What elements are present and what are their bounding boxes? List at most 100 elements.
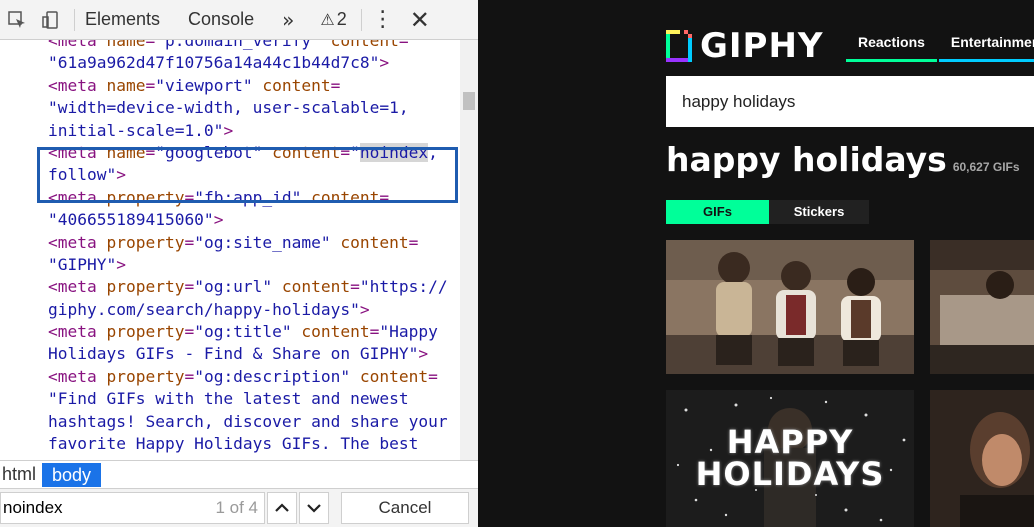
search-input[interactable]: happy holidays bbox=[666, 76, 1034, 127]
giphy-nav: Reactions Entertainment bbox=[846, 34, 1034, 62]
more-options-icon[interactable]: ⋮ bbox=[372, 7, 394, 32]
code-token: "406655189415060" bbox=[48, 210, 214, 230]
code-line[interactable]: "61a9a962d47f10756a14a44c1b44d7c8"> bbox=[48, 52, 460, 74]
find-next-button[interactable] bbox=[299, 492, 329, 524]
nav-entertainment-label: Entertainment bbox=[950, 34, 1034, 50]
code-token: "og:description" bbox=[194, 366, 351, 386]
tab-gifs[interactable]: GIFs bbox=[666, 200, 769, 224]
code-token: <meta bbox=[48, 40, 107, 50]
code-token: property bbox=[106, 232, 185, 252]
code-token: = bbox=[184, 232, 195, 252]
inspect-element-icon[interactable] bbox=[0, 0, 34, 40]
code-line[interactable]: <meta property="og:url" content="https:/… bbox=[48, 276, 460, 298]
code-token: content bbox=[330, 232, 409, 252]
code-token: = bbox=[330, 75, 341, 95]
code-token: favorite Happy Holidays GIFs. The best bbox=[48, 434, 419, 454]
code-token: content bbox=[252, 75, 331, 95]
nav-underline bbox=[846, 59, 937, 62]
tab-stickers[interactable]: Stickers bbox=[769, 200, 869, 224]
code-token: hashtags! Search, discover and share you… bbox=[48, 411, 448, 431]
code-token: = bbox=[184, 322, 195, 342]
find-input[interactable]: noindex 1 of 4 bbox=[0, 492, 265, 524]
code-token: content bbox=[291, 322, 370, 342]
code-line[interactable]: <meta property="og:title" content="Happy bbox=[48, 321, 460, 343]
gif-text-line: HOLIDAYS bbox=[695, 455, 885, 493]
gif-overlay-text: HAPPY HOLIDAYS bbox=[666, 426, 914, 490]
annotation-highlight-box bbox=[37, 147, 458, 203]
code-line[interactable]: "width=device-width, user-scalable=1, bbox=[48, 97, 460, 119]
code-token: "Find GIFs with the latest and newest bbox=[48, 389, 409, 409]
code-token: <meta bbox=[48, 366, 107, 386]
nav-reactions-label: Reactions bbox=[858, 34, 925, 50]
breadcrumb-html[interactable]: html bbox=[0, 464, 42, 485]
code-line[interactable]: <meta property="og:description" content= bbox=[48, 366, 460, 388]
code-token: "p:domain_verify" bbox=[155, 40, 321, 50]
code-token: = bbox=[184, 277, 195, 297]
code-token: = bbox=[369, 322, 380, 342]
code-token: "og:url" bbox=[194, 277, 273, 297]
code-line[interactable]: <meta property="og:site_name" content= bbox=[48, 232, 460, 254]
code-line[interactable]: giphy.com/search/happy-holidays"> bbox=[48, 299, 460, 321]
nav-reactions[interactable]: Reactions bbox=[846, 34, 937, 62]
code-line[interactable]: <meta name="viewport" content= bbox=[48, 75, 460, 97]
toolbar-divider bbox=[360, 8, 362, 31]
warning-count: 2 bbox=[336, 9, 347, 29]
code-token: = bbox=[428, 366, 438, 386]
find-match-count: 1 of 4 bbox=[215, 498, 258, 517]
device-toolbar-icon[interactable] bbox=[34, 0, 68, 40]
devtools-panel: Elements Console » ⚠ 2 ⋮ ✕ <meta name="p… bbox=[0, 0, 478, 527]
cancel-button[interactable]: Cancel bbox=[341, 492, 469, 524]
elements-scrollbar[interactable] bbox=[460, 40, 478, 460]
code-token: > bbox=[116, 254, 126, 274]
breadcrumb-body[interactable]: body bbox=[42, 462, 102, 487]
elements-tree[interactable]: <meta name="p:domain_verify" content= "61… bbox=[0, 40, 460, 460]
gif-thumbnail[interactable] bbox=[666, 240, 914, 374]
warnings-counter[interactable]: ⚠ 2 bbox=[320, 9, 346, 30]
gif-image bbox=[930, 390, 1034, 527]
code-line[interactable]: Holidays GIFs - Find & Share on GIPHY"> bbox=[48, 343, 460, 365]
gif-thumbnail[interactable] bbox=[930, 240, 1034, 374]
code-line[interactable]: initial-scale=1.0"> bbox=[48, 120, 460, 142]
code-line[interactable]: favorite Happy Holidays GIFs. The best bbox=[48, 433, 460, 455]
code-token: > bbox=[359, 299, 370, 319]
close-icon[interactable]: ✕ bbox=[410, 6, 430, 34]
gif-thumbnail[interactable] bbox=[930, 390, 1034, 527]
code-token: "GIPHY" bbox=[48, 254, 117, 274]
code-line[interactable]: hashtags! Search, discover and share you… bbox=[48, 411, 460, 433]
devtools-toolbar: Elements Console » ⚠ 2 ⋮ ✕ bbox=[0, 0, 478, 40]
gif-thumbnail[interactable]: HAPPY HOLIDAYS bbox=[666, 390, 914, 527]
code-token: "61a9a962d47f10756a14a44c1b44d7c8" bbox=[48, 53, 380, 73]
code-token: <meta bbox=[48, 232, 107, 252]
code-token: content bbox=[320, 40, 399, 50]
more-tabs-button[interactable]: » bbox=[282, 8, 294, 32]
code-line[interactable]: "406655189415060"> bbox=[48, 209, 460, 231]
nav-entertainment[interactable]: Entertainment bbox=[938, 34, 1034, 62]
tab-console[interactable]: Console bbox=[188, 9, 254, 30]
code-line[interactable]: "Find GIFs with the latest and newest bbox=[48, 388, 460, 410]
code-token: initial-scale=1.0" bbox=[48, 120, 224, 140]
tab-elements[interactable]: Elements bbox=[85, 9, 160, 30]
results-count: 60,627 GIFs bbox=[952, 160, 1020, 174]
gif-image bbox=[930, 240, 1034, 374]
code-token: "width=device-width, user-scalable=1, bbox=[48, 98, 409, 118]
nav-underline bbox=[938, 59, 1034, 62]
code-token: <meta bbox=[48, 75, 107, 95]
code-token: giphy.com/search/happy-holidays" bbox=[48, 299, 360, 319]
scrollbar-thumb[interactable] bbox=[463, 92, 475, 110]
code-token: property bbox=[106, 322, 185, 342]
chevron-down-icon bbox=[307, 504, 321, 513]
code-line[interactable]: "GIPHY"> bbox=[48, 254, 460, 276]
code-line[interactable]: <meta name="p:domain_verify" content= bbox=[48, 40, 460, 52]
warning-icon: ⚠ bbox=[320, 10, 335, 29]
find-previous-button[interactable] bbox=[267, 492, 297, 524]
gif-image bbox=[666, 240, 914, 374]
code-token: <meta bbox=[48, 322, 107, 342]
breadcrumb: html body bbox=[0, 460, 478, 488]
code-token: > bbox=[418, 344, 429, 364]
code-token: = bbox=[408, 232, 419, 252]
result-type-tabs: GIFs Stickers bbox=[666, 200, 869, 224]
giphy-logo[interactable]: GIPHY bbox=[666, 26, 824, 66]
code-token: <meta bbox=[48, 277, 107, 297]
code-token: "og:title" bbox=[194, 322, 292, 342]
code-token: "Happy bbox=[379, 322, 438, 342]
